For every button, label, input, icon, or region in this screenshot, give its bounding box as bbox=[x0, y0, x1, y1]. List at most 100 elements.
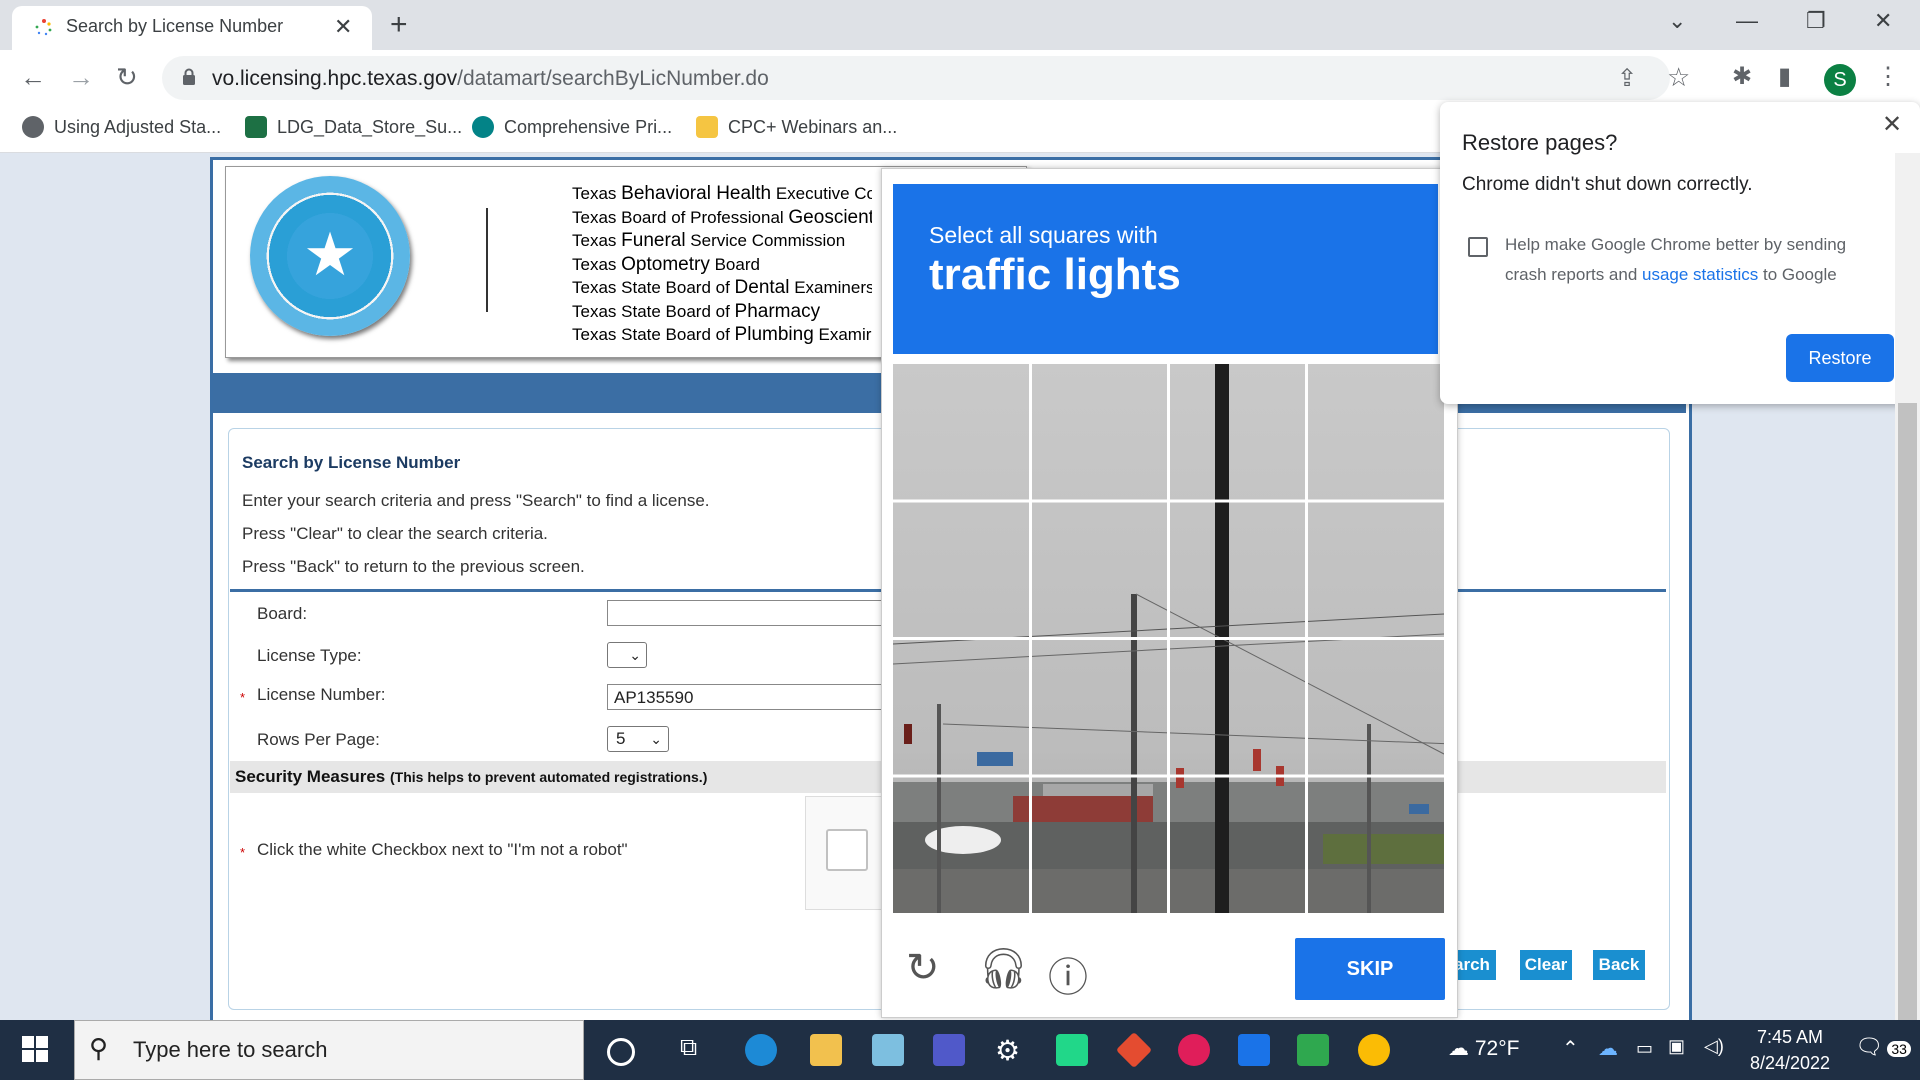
bookmark-item[interactable]: LDG_Data_Store_Su... bbox=[245, 116, 462, 138]
board-name: Texas State Board of Dental Examiners bbox=[572, 277, 872, 298]
network-icon[interactable]: ▣ bbox=[1668, 1036, 1685, 1057]
close-window-button[interactable]: ✕ bbox=[1874, 8, 1892, 34]
captcha-tile[interactable] bbox=[1309, 502, 1445, 637]
file-explorer-icon[interactable] bbox=[810, 1034, 842, 1066]
side-panel-icon[interactable]: ▮ bbox=[1778, 62, 1791, 91]
clear-button[interactable]: Clear bbox=[1520, 950, 1572, 980]
forward-arrow-icon[interactable]: → bbox=[68, 62, 94, 93]
required-marker: * bbox=[240, 690, 246, 705]
notepad-icon[interactable] bbox=[872, 1034, 904, 1066]
search-placeholder: Type here to search bbox=[133, 1037, 328, 1062]
close-tab-icon[interactable]: ✕ bbox=[334, 14, 352, 40]
teams-icon[interactable] bbox=[933, 1034, 965, 1066]
new-tab-button[interactable]: + bbox=[390, 8, 408, 42]
dialog-subtitle: Chrome didn't shut down correctly. bbox=[1462, 174, 1753, 195]
restore-window-button[interactable]: ❐ bbox=[1806, 8, 1826, 34]
dialog-title: Restore pages? bbox=[1462, 130, 1618, 155]
minimize-button[interactable]: — bbox=[1736, 8, 1758, 34]
close-icon[interactable]: ✕ bbox=[1882, 110, 1902, 139]
profile-avatar[interactable]: S bbox=[1824, 64, 1856, 96]
back-button[interactable]: Back bbox=[1593, 950, 1645, 980]
captcha-tile-grid bbox=[893, 364, 1444, 913]
captcha-tile[interactable] bbox=[1170, 640, 1306, 775]
media-app-icon[interactable] bbox=[1297, 1034, 1329, 1066]
board-list: Texas Behavioral Health Executive Co Tex… bbox=[572, 182, 872, 347]
scrollbar-thumb[interactable] bbox=[1898, 403, 1917, 1043]
windows-start-icon[interactable] bbox=[22, 1036, 48, 1062]
captcha-tile[interactable] bbox=[1309, 640, 1445, 775]
share-icon[interactable]: ⇪ bbox=[1617, 64, 1637, 93]
reload-icon[interactable]: ↻ bbox=[906, 945, 940, 991]
menu-icon[interactable]: ⋮ bbox=[1876, 62, 1900, 91]
bookmark-star-icon[interactable]: ☆ bbox=[1667, 62, 1690, 93]
info-icon[interactable]: ⓘ bbox=[1048, 945, 1088, 1003]
browser-toolbar: ← → ↻ vo.licensing.hpc.texas.gov/datamar… bbox=[0, 50, 1920, 106]
weather-widget[interactable]: ☁ 72°F bbox=[1448, 1036, 1519, 1061]
tab-search-icon[interactable]: ⌄ bbox=[1668, 8, 1686, 34]
battery-icon[interactable]: ▭ bbox=[1636, 1038, 1653, 1059]
license-type-select[interactable]: ⌄ bbox=[607, 642, 647, 668]
browser-tab[interactable]: Search by License Number ✕ bbox=[12, 6, 372, 50]
system-clock[interactable]: 7:45 AM 8/24/2022 bbox=[1740, 1024, 1840, 1076]
license-number-label: License Number: bbox=[257, 685, 386, 704]
captcha-tile[interactable] bbox=[1170, 778, 1306, 913]
captcha-tile[interactable] bbox=[1032, 778, 1168, 913]
board-field[interactable] bbox=[607, 600, 883, 626]
bookmark-item[interactable]: Using Adjusted Sta... bbox=[22, 116, 221, 138]
license-number-field[interactable]: AP135590 bbox=[607, 684, 883, 710]
not-a-robot-checkbox[interactable] bbox=[826, 829, 868, 871]
page-scrollbar[interactable] bbox=[1895, 153, 1920, 1043]
restore-button[interactable]: Restore bbox=[1786, 334, 1894, 382]
taskbar-search-box[interactable]: ⚲ Type here to search bbox=[74, 1020, 584, 1080]
back-arrow-icon[interactable]: ← bbox=[20, 62, 46, 93]
board-name: Texas Optometry Board bbox=[572, 253, 760, 275]
captcha-tile[interactable] bbox=[893, 640, 1029, 775]
task-view-icon[interactable]: ⧉ bbox=[680, 1034, 712, 1066]
chrome-icon[interactable] bbox=[1358, 1034, 1390, 1066]
texas-seal-logo: ★ bbox=[250, 176, 410, 336]
captcha-tile[interactable] bbox=[1170, 502, 1306, 637]
required-marker: * bbox=[240, 845, 246, 860]
edge-icon[interactable] bbox=[745, 1034, 777, 1066]
captcha-tile[interactable] bbox=[1032, 640, 1168, 775]
notification-center[interactable]: 🗨︎ 33 bbox=[1855, 1034, 1911, 1060]
robot-instruction: Click the white Checkbox next to "I'm no… bbox=[257, 840, 628, 859]
captcha-tile[interactable] bbox=[1309, 364, 1445, 499]
license-type-label: License Type: bbox=[257, 646, 362, 665]
rows-per-page-select[interactable]: 5 ⌄ bbox=[607, 726, 669, 752]
reload-icon[interactable]: ↻ bbox=[116, 62, 138, 93]
bookmark-item[interactable]: Comprehensive Pri... bbox=[472, 116, 672, 138]
audio-icon[interactable]: 🎧︎ bbox=[978, 945, 1029, 992]
captcha-tile[interactable] bbox=[893, 778, 1029, 913]
globe-icon bbox=[22, 116, 44, 138]
instruction-text: Press "Clear" to clear the search criter… bbox=[242, 524, 548, 543]
usage-statistics-link[interactable]: usage statistics bbox=[1642, 265, 1758, 284]
clock-date: 8/24/2022 bbox=[1749, 1053, 1831, 1073]
slack-icon[interactable] bbox=[1178, 1034, 1210, 1066]
captcha-tile[interactable] bbox=[1170, 364, 1306, 499]
sharepoint-icon bbox=[472, 116, 494, 138]
board-name: Texas Behavioral Health Executive Co bbox=[572, 183, 872, 204]
onedrive-icon[interactable]: ☁ bbox=[1598, 1036, 1618, 1061]
clock-time: 7:45 AM bbox=[1756, 1027, 1824, 1047]
address-bar[interactable]: vo.licensing.hpc.texas.gov/datamart/sear… bbox=[162, 56, 1690, 100]
captcha-tile[interactable] bbox=[893, 502, 1029, 637]
app-s-icon[interactable] bbox=[1238, 1034, 1270, 1066]
url-text: vo.licensing.hpc.texas.gov/datamart/sear… bbox=[212, 67, 769, 90]
settings-gear-icon[interactable]: ⚙ bbox=[995, 1034, 1027, 1066]
captcha-tile[interactable] bbox=[1309, 778, 1445, 913]
chevron-down-icon: ⌄ bbox=[650, 731, 662, 747]
volume-icon[interactable]: ◁) bbox=[1704, 1036, 1724, 1057]
crash-report-checkbox[interactable] bbox=[1468, 237, 1488, 257]
captcha-tile[interactable] bbox=[1032, 364, 1168, 499]
captcha-tile[interactable] bbox=[1032, 502, 1168, 637]
notification-count: 33 bbox=[1887, 1041, 1911, 1057]
cortana-icon[interactable] bbox=[607, 1038, 635, 1066]
bookmark-item[interactable]: CPC+ Webinars an... bbox=[696, 116, 897, 138]
skip-button[interactable]: SKIP bbox=[1295, 938, 1445, 1000]
captcha-target: traffic lights bbox=[929, 250, 1181, 299]
extensions-icon[interactable]: ✱ bbox=[1732, 62, 1752, 91]
pycharm-icon[interactable] bbox=[1056, 1034, 1088, 1066]
captcha-tile[interactable] bbox=[893, 364, 1029, 499]
tray-chevron-icon[interactable]: ⌃ bbox=[1562, 1036, 1579, 1061]
